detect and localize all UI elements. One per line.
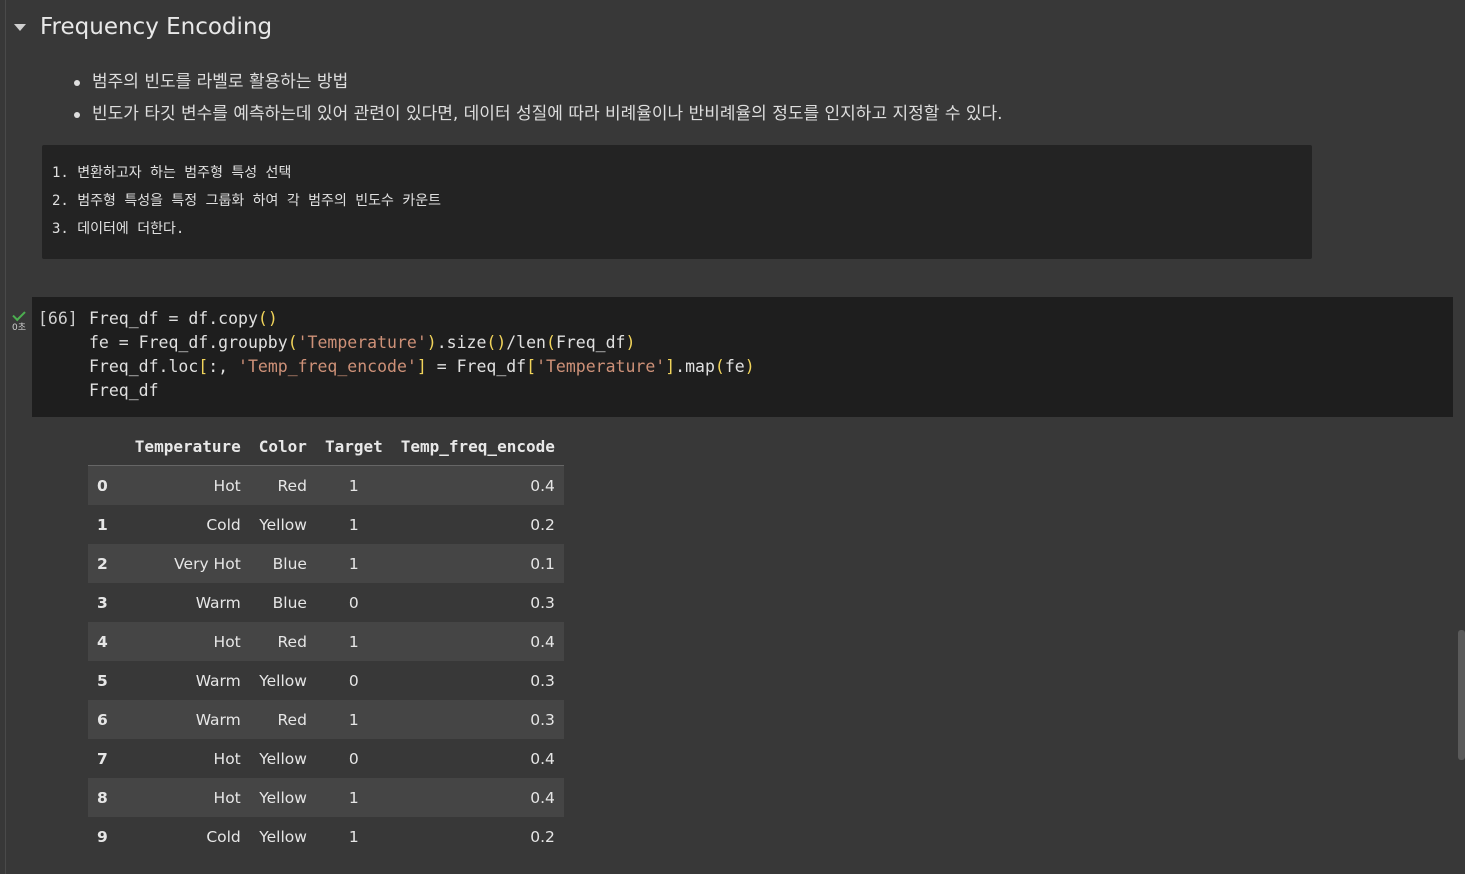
table-row: 9 Cold Yellow 1 0.2 bbox=[88, 817, 564, 856]
code-line[interactable]: fe = Freq_df.groupby('Temperature').size… bbox=[89, 331, 755, 355]
table-cell: 0.3 bbox=[530, 593, 555, 612]
table-cell: Red bbox=[277, 632, 307, 651]
table-cell: 0.4 bbox=[530, 749, 555, 768]
run-status[interactable]: 0초 bbox=[10, 307, 28, 333]
row-index: 5 bbox=[97, 671, 108, 690]
table-cell: 0.4 bbox=[530, 476, 555, 495]
row-index: 0 bbox=[97, 476, 108, 495]
table-cell: 1 bbox=[348, 476, 359, 495]
exec-count: [66] bbox=[38, 309, 78, 328]
exec-time: 0초 bbox=[11, 323, 26, 333]
table-cell: Hot bbox=[213, 476, 241, 495]
row-index: 7 bbox=[97, 749, 108, 768]
code-cell[interactable]: [66] Freq_df = df.copy() fe = Freq_df.gro… bbox=[32, 297, 1453, 417]
table-cell: 1 bbox=[348, 515, 359, 534]
dataframe-table: Temperature Color Target Temp_freq_encode 0… bbox=[88, 427, 564, 856]
table-cell: Hot bbox=[213, 788, 241, 807]
table-cell: 1 bbox=[348, 632, 359, 651]
table-cell: Yellow bbox=[259, 749, 307, 768]
column-header: Temp_freq_encode bbox=[391, 427, 564, 466]
table-row: 1 Cold Yellow 1 0.2 bbox=[88, 505, 564, 544]
table-cell: Blue bbox=[272, 554, 307, 573]
row-index: 1 bbox=[97, 515, 108, 534]
table-row: 7 Hot Yellow 0 0.4 bbox=[88, 739, 564, 778]
table-cell: Yellow bbox=[259, 788, 307, 807]
table-cell: Red bbox=[277, 710, 307, 729]
row-index: 6 bbox=[97, 710, 108, 729]
table-cell: 1 bbox=[348, 710, 359, 729]
column-header bbox=[88, 427, 126, 466]
table-cell: 0.4 bbox=[530, 632, 555, 651]
table-cell: Hot bbox=[213, 632, 241, 651]
cell-output: Temperature Color Target Temp_freq_encode 0… bbox=[88, 427, 564, 856]
table-cell: 0.3 bbox=[530, 671, 555, 690]
column-header: Temperature bbox=[125, 427, 250, 466]
table-row: 2 Very Hot Blue 1 0.1 bbox=[88, 544, 564, 583]
cell-left-rule bbox=[5, 0, 6, 874]
column-header: Target bbox=[315, 427, 392, 466]
step-line: 2. 범주형 특성을 특정 그룹화 하여 각 범주의 빈도수 카운트 bbox=[52, 193, 441, 209]
column-header: Color bbox=[249, 427, 316, 466]
code-line[interactable]: Freq_df = df.copy() bbox=[89, 307, 755, 331]
table-cell: Hot bbox=[213, 749, 241, 768]
table-cell: Blue bbox=[272, 593, 307, 612]
table-cell: 0.1 bbox=[530, 554, 555, 573]
table-cell: 1 bbox=[348, 788, 359, 807]
table-cell: Very Hot bbox=[174, 554, 241, 573]
step-line: 1. 변환하고자 하는 범주형 특성 선택 bbox=[52, 165, 292, 181]
table-cell: 0 bbox=[348, 671, 359, 690]
table-cell: 0 bbox=[348, 593, 359, 612]
step-line: 3. 데이터에 더한다. bbox=[52, 221, 185, 237]
row-index: 9 bbox=[97, 827, 108, 846]
table-cell: 0 bbox=[348, 749, 359, 768]
steps-code-block: 1. 변환하고자 하는 범주형 특성 선택 2. 범주형 특성을 특정 그룹화 … bbox=[42, 145, 1312, 259]
table-cell: Cold bbox=[206, 827, 241, 846]
table-cell: Cold bbox=[206, 515, 241, 534]
scrollbar-thumb[interactable] bbox=[1458, 630, 1465, 760]
table-cell: 1 bbox=[348, 554, 359, 573]
table-cell: Warm bbox=[195, 671, 241, 690]
notebook-page: Frequency Encoding 범주의 빈도를 라벨로 활용하는 방법 빈… bbox=[0, 0, 1465, 874]
row-index: 2 bbox=[97, 554, 108, 573]
code-line[interactable]: Freq_df bbox=[89, 379, 755, 403]
table-row: 4 Hot Red 1 0.4 bbox=[88, 622, 564, 661]
section-header[interactable]: Frequency Encoding bbox=[10, 14, 272, 40]
table-cell: 0.2 bbox=[530, 515, 555, 534]
table-cell: Yellow bbox=[259, 515, 307, 534]
table-cell: 0.3 bbox=[530, 710, 555, 729]
table-cell: Warm bbox=[195, 710, 241, 729]
code-line[interactable]: Freq_df.loc[:, 'Temp_freq_encode'] = Fre… bbox=[89, 355, 755, 379]
bullet-item: 빈도가 타깃 변수를 예측하는데 있어 관련이 있다면, 데이터 성질에 따라 … bbox=[72, 98, 1003, 130]
row-index: 4 bbox=[97, 632, 108, 651]
table-row: 6 Warm Red 1 0.3 bbox=[88, 700, 564, 739]
bullet-list: 범주의 빈도를 라벨로 활용하는 방법 빈도가 타깃 변수를 예측하는데 있어 … bbox=[72, 66, 1003, 130]
table-cell: 0.4 bbox=[530, 788, 555, 807]
section-title: Frequency Encoding bbox=[40, 14, 273, 40]
table-cell: Warm bbox=[195, 593, 241, 612]
collapse-caret-icon[interactable] bbox=[14, 23, 26, 31]
table-cell: Yellow bbox=[259, 827, 307, 846]
bullet-item: 범주의 빈도를 라벨로 활용하는 방법 bbox=[72, 66, 1003, 98]
row-index: 3 bbox=[97, 593, 108, 612]
table-cell: Yellow bbox=[259, 671, 307, 690]
table-row: 0 Hot Red 1 0.4 bbox=[88, 465, 564, 505]
table-cell: 0.2 bbox=[530, 827, 555, 846]
code-editor[interactable]: Freq_df = df.copy() fe = Freq_df.groupby(… bbox=[89, 307, 755, 403]
table-cell: 1 bbox=[348, 827, 359, 846]
table-row: 3 Warm Blue 0 0.3 bbox=[88, 583, 564, 622]
table-cell: Red bbox=[277, 476, 307, 495]
table-row: 8 Hot Yellow 1 0.4 bbox=[88, 778, 564, 817]
table-row: 5 Warm Yellow 0 0.3 bbox=[88, 661, 564, 700]
row-index: 8 bbox=[97, 788, 108, 807]
table-header-row: Temperature Color Target Temp_freq_encode bbox=[88, 427, 564, 466]
